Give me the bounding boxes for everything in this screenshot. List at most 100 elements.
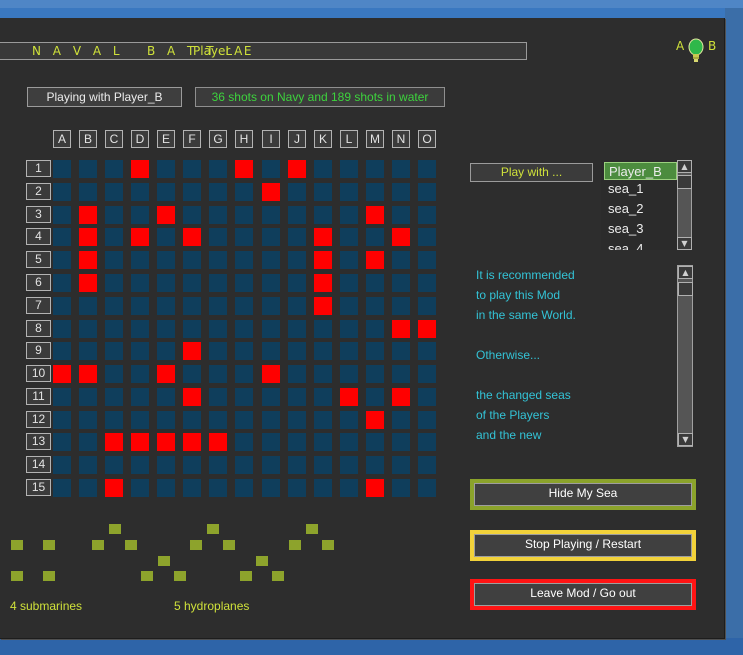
grid-cell-hit[interactable] bbox=[79, 365, 97, 383]
grid-cell-hit[interactable] bbox=[366, 251, 384, 269]
grid-cell-hit[interactable] bbox=[366, 411, 384, 429]
grid-cell[interactable] bbox=[183, 206, 201, 224]
grid-cell[interactable] bbox=[314, 342, 332, 360]
grid-cell[interactable] bbox=[392, 183, 410, 201]
grid-cell[interactable] bbox=[183, 479, 201, 497]
list-item[interactable]: sea_1 bbox=[604, 180, 677, 198]
grid-cell[interactable] bbox=[314, 206, 332, 224]
grid-cell[interactable] bbox=[340, 479, 358, 497]
scroll-thumb[interactable] bbox=[678, 282, 693, 296]
grid-cell[interactable] bbox=[131, 411, 149, 429]
grid-cell[interactable] bbox=[79, 320, 97, 338]
grid-cell[interactable] bbox=[157, 388, 175, 406]
grid-cell[interactable] bbox=[340, 365, 358, 383]
grid-cell[interactable] bbox=[105, 365, 123, 383]
grid-cell-hit[interactable] bbox=[183, 228, 201, 246]
scroll-up-icon[interactable]: ▲ bbox=[678, 266, 693, 279]
grid-cell-hit[interactable] bbox=[79, 274, 97, 292]
grid-cell[interactable] bbox=[79, 456, 97, 474]
grid-cell[interactable] bbox=[235, 456, 253, 474]
grid-cell-hit[interactable] bbox=[157, 433, 175, 451]
grid-cell[interactable] bbox=[209, 274, 227, 292]
grid-cell[interactable] bbox=[262, 479, 280, 497]
grid-cell[interactable] bbox=[418, 456, 436, 474]
grid-cell[interactable] bbox=[209, 411, 227, 429]
grid-cell[interactable] bbox=[157, 160, 175, 178]
grid-cell[interactable] bbox=[418, 206, 436, 224]
grid-cell[interactable] bbox=[314, 320, 332, 338]
grid-cell[interactable] bbox=[418, 297, 436, 315]
grid-cell[interactable] bbox=[314, 456, 332, 474]
grid-cell[interactable] bbox=[79, 183, 97, 201]
grid-cell-hit[interactable] bbox=[392, 320, 410, 338]
grid-cell-hit[interactable] bbox=[53, 365, 71, 383]
grid-cell[interactable] bbox=[392, 456, 410, 474]
grid-cell[interactable] bbox=[183, 365, 201, 383]
grid-cell[interactable] bbox=[79, 479, 97, 497]
grid-cell[interactable] bbox=[392, 479, 410, 497]
grid-cell[interactable] bbox=[53, 274, 71, 292]
grid-cell[interactable] bbox=[53, 411, 71, 429]
grid-cell-hit[interactable] bbox=[314, 251, 332, 269]
grid-cell[interactable] bbox=[288, 183, 306, 201]
grid-cell[interactable] bbox=[366, 320, 384, 338]
grid-cell[interactable] bbox=[340, 456, 358, 474]
grid-cell-hit[interactable] bbox=[79, 206, 97, 224]
grid-cell[interactable] bbox=[418, 228, 436, 246]
grid-cell[interactable] bbox=[314, 411, 332, 429]
grid-cell[interactable] bbox=[288, 206, 306, 224]
grid-cell[interactable] bbox=[288, 228, 306, 246]
hide-sea-button[interactable]: Hide My Sea bbox=[474, 483, 692, 506]
grid-cell[interactable] bbox=[418, 342, 436, 360]
grid-cell[interactable] bbox=[288, 433, 306, 451]
grid-cell[interactable] bbox=[340, 433, 358, 451]
grid-cell-hit[interactable] bbox=[157, 365, 175, 383]
grid-cell[interactable] bbox=[366, 388, 384, 406]
grid-cell[interactable] bbox=[235, 228, 253, 246]
grid-cell[interactable] bbox=[418, 160, 436, 178]
grid-cell-hit[interactable] bbox=[157, 206, 175, 224]
grid-cell[interactable] bbox=[314, 183, 332, 201]
grid-cell[interactable] bbox=[288, 388, 306, 406]
scroll-down-icon[interactable]: ▼ bbox=[678, 433, 693, 446]
grid-cell[interactable] bbox=[209, 160, 227, 178]
grid-cell[interactable] bbox=[157, 228, 175, 246]
player-list[interactable]: Player_B sea_1 sea_2 sea_3 sea_4 ▲ ▼ bbox=[601, 160, 693, 250]
grid-cell[interactable] bbox=[53, 183, 71, 201]
grid-cell[interactable] bbox=[288, 342, 306, 360]
grid-cell[interactable] bbox=[235, 206, 253, 224]
grid-cell[interactable] bbox=[209, 228, 227, 246]
grid-cell[interactable] bbox=[288, 479, 306, 497]
grid-cell[interactable] bbox=[262, 388, 280, 406]
grid-cell[interactable] bbox=[79, 411, 97, 429]
grid-cell[interactable] bbox=[53, 320, 71, 338]
grid-cell[interactable] bbox=[288, 274, 306, 292]
grid-cell[interactable] bbox=[53, 160, 71, 178]
grid-cell[interactable] bbox=[235, 433, 253, 451]
grid-cell[interactable] bbox=[183, 456, 201, 474]
scroll-up-icon[interactable]: ▲ bbox=[677, 160, 692, 173]
grid-cell[interactable] bbox=[131, 388, 149, 406]
grid-cell[interactable] bbox=[392, 160, 410, 178]
list-item[interactable]: Player_B bbox=[604, 162, 677, 180]
grid-cell[interactable] bbox=[366, 228, 384, 246]
grid-cell[interactable] bbox=[235, 411, 253, 429]
scroll-thumb[interactable] bbox=[677, 175, 692, 189]
grid-cell[interactable] bbox=[340, 342, 358, 360]
grid-cell[interactable] bbox=[288, 251, 306, 269]
grid-cell[interactable] bbox=[183, 274, 201, 292]
list-item[interactable]: sea_4 bbox=[604, 240, 677, 250]
grid-cell-hit[interactable] bbox=[314, 274, 332, 292]
grid-cell[interactable] bbox=[105, 411, 123, 429]
grid-cell[interactable] bbox=[314, 388, 332, 406]
grid-cell[interactable] bbox=[366, 183, 384, 201]
grid-cell[interactable] bbox=[105, 342, 123, 360]
grid-cell[interactable] bbox=[235, 297, 253, 315]
grid-cell-hit[interactable] bbox=[262, 365, 280, 383]
grid-cell[interactable] bbox=[392, 365, 410, 383]
grid-cell[interactable] bbox=[79, 433, 97, 451]
grid-cell[interactable] bbox=[235, 342, 253, 360]
grid-cell-hit[interactable] bbox=[131, 433, 149, 451]
grid-cell[interactable] bbox=[288, 320, 306, 338]
grid-cell[interactable] bbox=[288, 411, 306, 429]
